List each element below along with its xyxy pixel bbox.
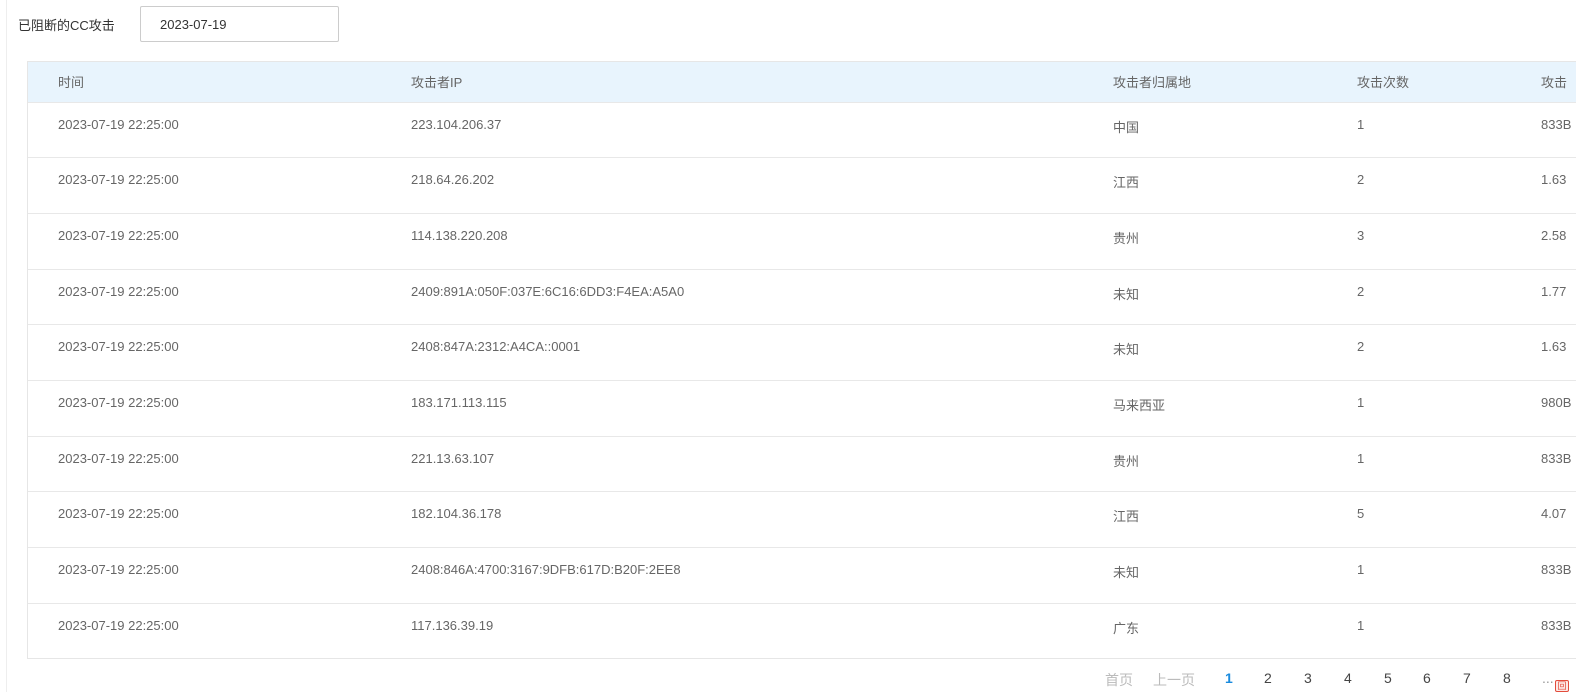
cell-attacker-ip: 2408:847A:2312:A4CA::0001: [411, 339, 581, 355]
page-link-5[interactable]: 5: [1384, 670, 1392, 686]
table-header-row: 时间 攻击者IP 攻击者归属地 攻击次数 攻击: [28, 62, 1576, 102]
table-row: 2023-07-19 22:25:00 223.104.206.37 中国 1 …: [28, 102, 1576, 158]
more-pages-ellipsis: ...: [1542, 670, 1554, 686]
table-row: 2023-07-19 22:25:00 2408:847A:2312:A4CA:…: [28, 324, 1576, 381]
cell-attack-count: 2: [1357, 172, 1365, 188]
column-header-attack-count[interactable]: 攻击次数: [1357, 62, 1541, 102]
cell-time: 2023-07-19 22:25:00: [58, 227, 179, 243]
cell-attacker-ip: 183.171.113.115: [411, 394, 507, 410]
attack-table: 时间 攻击者IP 攻击者归属地 攻击次数 攻击 2023-07-19 22:25…: [28, 62, 1576, 658]
cell-attack-size: 980B: [1541, 394, 1572, 410]
table-body: 2023-07-19 22:25:00 223.104.206.37 中国 1 …: [28, 102, 1576, 658]
pagination: 首页 上一页 1 2 3 4 5 6 7 8 ...: [1090, 668, 1576, 690]
cell-attacker-ip: 218.64.26.202: [411, 172, 495, 188]
cell-attack-size: 2.58: [1541, 227, 1567, 243]
cell-attack-size: 1.63: [1541, 339, 1567, 355]
cell-attacker-ip: 221.13.63.107: [411, 450, 495, 466]
cell-attack-size: 833B: [1541, 617, 1572, 633]
cell-attack-count: 2: [1357, 339, 1365, 355]
page-link-4[interactable]: 4: [1344, 670, 1352, 686]
filter-label: 已阻断的CC攻击: [18, 18, 115, 33]
cell-attacker-location: 贵州: [1113, 230, 1140, 246]
table-header: 时间 攻击者IP 攻击者归属地 攻击次数 攻击: [28, 62, 1576, 102]
date-input[interactable]: [140, 6, 339, 42]
column-header-attack-size[interactable]: 攻击: [1541, 62, 1576, 102]
cell-time: 2023-07-19 22:25:00: [58, 172, 179, 188]
cell-attacker-ip: 114.138.220.208: [411, 227, 508, 243]
cell-attack-count: 1: [1357, 617, 1365, 633]
cell-time: 2023-07-19 22:25:00: [58, 450, 179, 466]
cell-attacker-location: 马来西亚: [1113, 397, 1166, 413]
cell-time: 2023-07-19 22:25:00: [58, 506, 179, 522]
left-border-rule: [6, 0, 7, 692]
cell-attacker-ip: 223.104.206.37: [411, 116, 502, 132]
cell-time: 2023-07-19 22:25:00: [58, 617, 179, 633]
page-link-3[interactable]: 3: [1304, 670, 1312, 686]
cell-time: 2023-07-19 22:25:00: [58, 283, 179, 299]
table-row: 2023-07-19 22:25:00 114.138.220.208 贵州 3…: [28, 213, 1576, 269]
filter-bar: 已阻断的CC攻击: [0, 0, 1576, 48]
cell-attacker-location: 未知: [1113, 565, 1140, 580]
cell-attacker-ip: 182.104.36.178: [411, 506, 502, 522]
cell-attacker-location: 江西: [1113, 509, 1140, 525]
cell-attack-size: 833B: [1541, 116, 1572, 132]
table-row: 2023-07-19 22:25:00 2409:891A:050F:037E:…: [28, 269, 1576, 325]
page-link-8[interactable]: 8: [1503, 670, 1511, 686]
table-row: 2023-07-19 22:25:00 182.104.36.178 江西 5 …: [28, 491, 1576, 548]
cell-attack-size: 833B: [1541, 450, 1572, 466]
cell-attack-count: 1: [1357, 116, 1365, 132]
table-row: 2023-07-19 22:25:00 221.13.63.107 贵州 1 8…: [28, 436, 1576, 492]
table-row: 2023-07-19 22:25:00 183.171.113.115 马来西亚…: [28, 380, 1576, 436]
cell-time: 2023-07-19 22:25:00: [58, 339, 179, 355]
cell-attacker-location: 江西: [1113, 175, 1140, 191]
cell-attacker-location: 贵州: [1113, 453, 1140, 469]
cell-attack-count: 1: [1357, 394, 1365, 410]
cell-attack-count: 3: [1357, 227, 1365, 243]
table-row: 2023-07-19 22:25:00 2408:846A:4700:3167:…: [28, 547, 1576, 604]
page-link-6[interactable]: 6: [1423, 670, 1431, 686]
table-row: 2023-07-19 22:25:00 117.136.39.19 广东 1 8…: [28, 603, 1576, 658]
cell-attacker-location: 未知: [1113, 342, 1140, 358]
prev-page-link[interactable]: 上一页: [1153, 670, 1195, 690]
attack-table-container: 时间 攻击者IP 攻击者归属地 攻击次数 攻击 2023-07-19 22:25…: [27, 61, 1576, 659]
cell-attacker-location: 中国: [1113, 119, 1140, 135]
cell-attacker-location: 未知: [1113, 286, 1140, 302]
cell-time: 2023-07-19 22:25:00: [58, 562, 179, 577]
cell-attack-count: 5: [1357, 506, 1365, 522]
cell-attack-count: 1: [1357, 450, 1365, 466]
page-link-7[interactable]: 7: [1463, 670, 1471, 686]
cell-attacker-ip: 2409:891A:050F:037E:6C16:6DD3:F4EA:A5A0: [411, 283, 685, 299]
cell-time: 2023-07-19 22:25:00: [58, 116, 179, 132]
cell-attack-size: 1.63: [1541, 172, 1567, 188]
cell-attack-count: 2: [1357, 283, 1365, 299]
first-page-link[interactable]: 首页: [1105, 670, 1133, 690]
table-row: 2023-07-19 22:25:00 218.64.26.202 江西 2 1…: [28, 157, 1576, 214]
cell-attacker-ip: 117.136.39.19: [411, 617, 494, 633]
page-link-2[interactable]: 2: [1264, 670, 1272, 686]
cell-attack-size: 833B: [1541, 562, 1572, 577]
corner-badge-icon[interactable]: 回: [1555, 680, 1569, 692]
cell-attack-size: 4.07: [1541, 506, 1567, 522]
column-header-attacker-ip[interactable]: 攻击者IP: [411, 62, 1113, 102]
cell-attacker-ip: 2408:846A:4700:3167:9DFB:617D:B20F:2EE8: [411, 562, 681, 577]
cell-attack-size: 1.77: [1541, 283, 1567, 299]
cell-time: 2023-07-19 22:25:00: [58, 394, 179, 410]
column-header-time[interactable]: 时间: [28, 62, 411, 102]
cell-attack-count: 1: [1357, 562, 1365, 577]
page-link-1[interactable]: 1: [1225, 670, 1233, 686]
cell-attacker-location: 广东: [1113, 620, 1140, 636]
column-header-attacker-location[interactable]: 攻击者归属地: [1113, 62, 1357, 102]
